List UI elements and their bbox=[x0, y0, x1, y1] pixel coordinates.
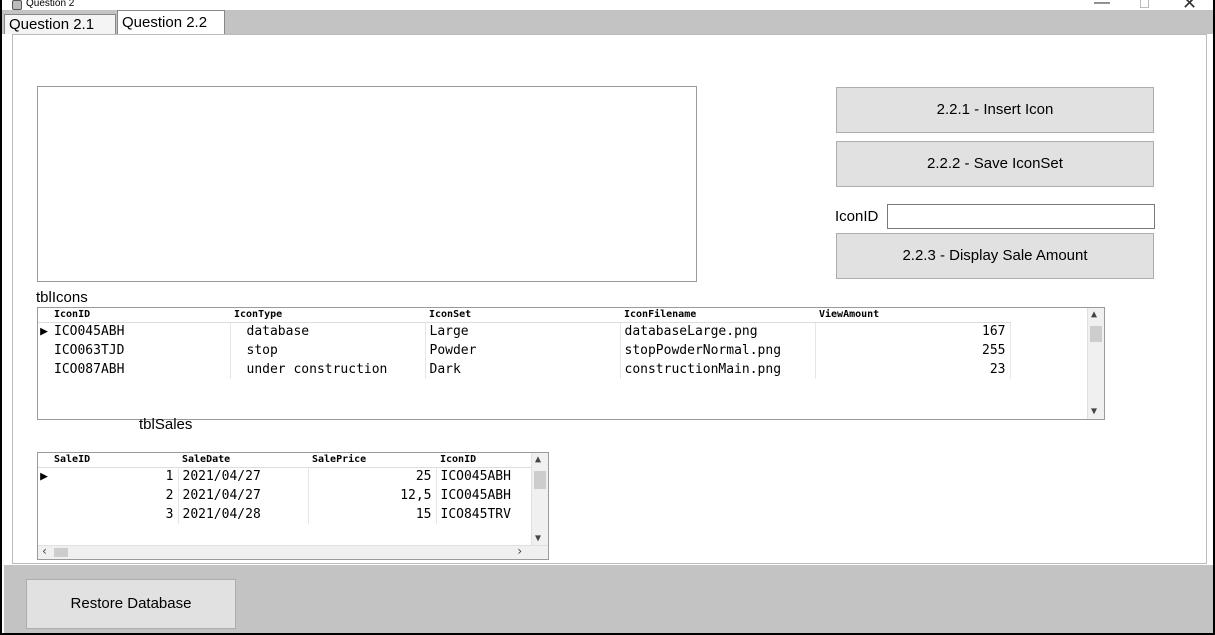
insert-icon-button[interactable]: 2.2.1 - Insert Icon bbox=[836, 87, 1154, 133]
table-cell[interactable]: ICO845TRV bbox=[436, 505, 533, 524]
vertical-scrollbar[interactable]: ▲ ▼ bbox=[531, 453, 548, 545]
table-cell[interactable]: under construction bbox=[230, 360, 426, 379]
column-header-viewamount[interactable]: ViewAmount bbox=[815, 308, 1010, 323]
table-cell[interactable]: ICO045ABH bbox=[436, 486, 533, 505]
save-iconset-button[interactable]: 2.2.2 - Save IconSet bbox=[836, 141, 1154, 187]
table-row[interactable]: ▶ 1 2021/04/27 25 ICO045ABH bbox=[38, 467, 533, 486]
column-header-iconfilename[interactable]: IconFilename bbox=[620, 308, 815, 323]
row-marker bbox=[38, 486, 50, 505]
app-window: Question 2 — ☐ ✕ Question 2.1 Question 2… bbox=[0, 0, 1215, 635]
column-header-iconid[interactable]: IconID bbox=[50, 308, 230, 323]
window-title: Question 2 bbox=[26, 0, 75, 9]
scroll-down-icon[interactable]: ▼ bbox=[1091, 406, 1097, 417]
table-cell[interactable]: Dark bbox=[425, 360, 621, 379]
row-marker bbox=[38, 505, 50, 524]
table-cell[interactable]: 167 bbox=[815, 322, 1011, 341]
tblsales-label: tblSales bbox=[139, 416, 193, 433]
scroll-thumb[interactable] bbox=[1090, 326, 1102, 342]
scroll-left-icon[interactable]: ‹ bbox=[41, 544, 48, 558]
table-cell[interactable]: database bbox=[230, 322, 426, 341]
tab-question-2-2[interactable]: Question 2.2 bbox=[117, 10, 225, 34]
table-cell[interactable]: 2021/04/27 bbox=[178, 467, 309, 486]
scroll-up-icon[interactable]: ▲ bbox=[1091, 309, 1097, 320]
tab-question-2-1[interactable]: Question 2.1 bbox=[4, 14, 116, 34]
tblicons-grid[interactable]: IconID IconType IconSet IconFilename Vie… bbox=[37, 307, 1105, 420]
table-cell[interactable]: ICO045ABH bbox=[50, 322, 231, 341]
row-selected-marker: ▶ bbox=[40, 324, 48, 340]
scroll-right-icon[interactable]: › bbox=[516, 544, 523, 558]
column-header-saleid[interactable]: SaleID bbox=[50, 453, 178, 468]
table-cell[interactable]: 15 bbox=[308, 505, 437, 524]
table-cell[interactable]: stop bbox=[230, 341, 426, 360]
column-header-saledate[interactable]: SaleDate bbox=[178, 453, 308, 468]
scroll-thumb[interactable] bbox=[54, 548, 68, 557]
table-row[interactable]: 2 2021/04/27 12,5 ICO045ABH bbox=[38, 486, 533, 505]
horizontal-scrollbar[interactable]: ‹ › bbox=[38, 544, 548, 559]
scroll-down-icon[interactable]: ▼ bbox=[535, 533, 541, 544]
scroll-up-icon[interactable]: ▲ bbox=[535, 454, 541, 465]
table-cell[interactable]: Powder bbox=[425, 341, 621, 360]
row-marker bbox=[38, 341, 50, 360]
table-row[interactable]: ICO063TJD stop Powder stopPowderNormal.p… bbox=[38, 341, 1011, 360]
table-cell[interactable]: ICO045ABH bbox=[436, 467, 533, 486]
table-row[interactable]: ▶ ICO045ABH database Large databaseLarge… bbox=[38, 322, 1011, 341]
column-header-iconid[interactable]: IconID bbox=[436, 453, 532, 468]
row-header-cell bbox=[38, 308, 50, 323]
column-header-icontype[interactable]: IconType bbox=[230, 308, 425, 323]
restore-database-button[interactable]: Restore Database bbox=[26, 579, 236, 629]
table-cell[interactable]: ICO063TJD bbox=[50, 341, 231, 360]
table-cell[interactable]: 2021/04/27 bbox=[178, 486, 309, 505]
table-row[interactable]: 3 2021/04/28 15 ICO845TRV bbox=[38, 505, 533, 524]
tblsales-grid[interactable]: SaleID SaleDate SalePrice IconID ▶ 1 202… bbox=[37, 452, 549, 560]
table-cell[interactable]: stopPowderNormal.png bbox=[620, 341, 816, 360]
table-cell[interactable]: 3 bbox=[50, 505, 179, 524]
vertical-scrollbar[interactable]: ▲ ▼ bbox=[1087, 308, 1104, 419]
table-cell[interactable]: 25 bbox=[308, 467, 437, 486]
table-cell[interactable]: 23 bbox=[815, 360, 1011, 379]
iconid-input[interactable] bbox=[887, 204, 1155, 229]
tab-strip: Question 2.1 Question 2.2 bbox=[2, 10, 1213, 34]
table-header-row: SaleID SaleDate SalePrice IconID bbox=[38, 453, 532, 468]
column-header-iconset[interactable]: IconSet bbox=[425, 308, 620, 323]
table-header-row: IconID IconType IconSet IconFilename Vie… bbox=[38, 308, 1010, 323]
app-icon bbox=[12, 0, 22, 10]
table-cell[interactable]: 1 bbox=[50, 467, 179, 486]
iconid-label: IconID bbox=[835, 208, 879, 225]
table-cell[interactable]: Large bbox=[425, 322, 621, 341]
output-textbox[interactable] bbox=[37, 86, 697, 282]
row-marker bbox=[38, 360, 50, 379]
tblicons-label: tblIcons bbox=[36, 289, 88, 306]
row-header-cell bbox=[38, 453, 50, 468]
scroll-thumb[interactable] bbox=[534, 471, 546, 489]
column-header-saleprice[interactable]: SalePrice bbox=[308, 453, 436, 468]
table-cell[interactable]: 2 bbox=[50, 486, 179, 505]
title-bar: Question 2 — ☐ ✕ bbox=[2, 0, 1213, 13]
table-cell[interactable]: ICO087ABH bbox=[50, 360, 231, 379]
display-sale-amount-button[interactable]: 2.2.3 - Display Sale Amount bbox=[836, 233, 1154, 279]
row-selected-marker: ▶ bbox=[40, 469, 48, 485]
table-cell[interactable]: 2021/04/28 bbox=[178, 505, 309, 524]
table-cell[interactable]: 12,5 bbox=[308, 486, 437, 505]
table-cell[interactable]: 255 bbox=[815, 341, 1011, 360]
table-cell[interactable]: databaseLarge.png bbox=[620, 322, 816, 341]
table-cell[interactable]: constructionMain.png bbox=[620, 360, 816, 379]
table-row[interactable]: ICO087ABH under construction Dark constr… bbox=[38, 360, 1011, 379]
